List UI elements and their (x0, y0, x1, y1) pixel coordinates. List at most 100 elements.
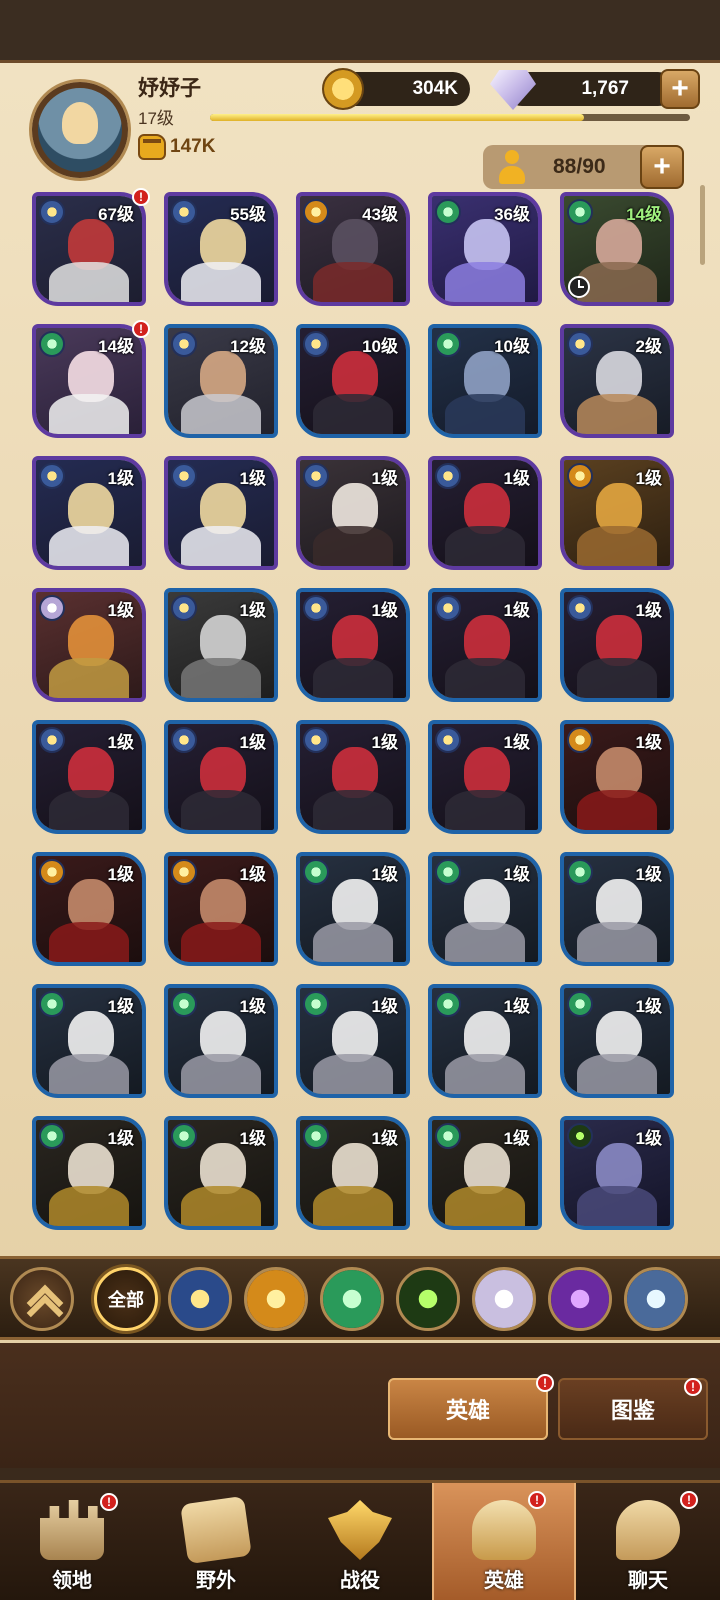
hero-level: 1级 (239, 601, 266, 620)
hero-card[interactable]: 1级 (32, 720, 146, 834)
hero-card[interactable]: 1级 (560, 1116, 674, 1230)
hero-level: 55级 (230, 205, 266, 224)
hero-level: 1级 (239, 865, 266, 884)
xp-bar-fill (210, 114, 585, 121)
hero-card[interactable]: 1级 (428, 720, 542, 834)
nav-campaign[interactable]: 战役 (288, 1483, 432, 1600)
hero-level: 1级 (107, 469, 134, 488)
alert-badge: ! (680, 1491, 698, 1509)
hero-card[interactable]: 1级 (296, 456, 410, 570)
hero-card[interactable]: 1级 (32, 984, 146, 1098)
hero-level: 14级 (98, 337, 134, 356)
hero-card[interactable]: 14级 (32, 324, 146, 438)
hero-card[interactable]: 1级 (428, 1116, 542, 1230)
hero-card[interactable]: 1级 (560, 588, 674, 702)
celestial-faction-icon (303, 727, 329, 753)
wilder-faction-icon (171, 1123, 197, 1149)
hero-card[interactable]: 10级 (296, 324, 410, 438)
power-display: 147K (138, 134, 215, 160)
filter-lightbearer-button[interactable] (244, 1267, 308, 1331)
celestial-faction-icon (567, 331, 593, 357)
hero-card[interactable]: 1级 (32, 1116, 146, 1230)
hero-card[interactable]: 1级 (296, 1116, 410, 1230)
hero-card[interactable]: 1级 (560, 984, 674, 1098)
power-value: 147K (170, 136, 216, 157)
nav-territory[interactable]: 领地 ! (0, 1483, 144, 1600)
filter-hypogean-button[interactable] (472, 1267, 536, 1331)
hero-card[interactable]: 1级 (428, 588, 542, 702)
hero-level: 1级 (371, 1129, 398, 1148)
wilder-faction-icon (171, 991, 197, 1017)
hero-card[interactable]: 43级 (296, 192, 410, 306)
hero-card[interactable]: 1级 (296, 984, 410, 1098)
hero-card[interactable]: 1级 (164, 1116, 278, 1230)
filter-celestial-button[interactable] (168, 1267, 232, 1331)
tab-codex[interactable]: 图鉴 ! (558, 1378, 708, 1440)
nav-wild[interactable]: 野外 (144, 1483, 288, 1600)
hero-card[interactable]: 10级 (428, 324, 542, 438)
lightbearer-faction-icon (303, 199, 329, 225)
collapse-button[interactable] (10, 1267, 74, 1331)
hero-card[interactable]: 2级 (560, 324, 674, 438)
scrollbar[interactable] (700, 185, 705, 265)
hero-card[interactable]: 1级 (296, 588, 410, 702)
hero-card[interactable]: 1级 (164, 984, 278, 1098)
hero-card[interactable]: 1级 (32, 852, 146, 966)
hero-level: 1级 (503, 469, 530, 488)
hero-card[interactable]: 1级 (296, 720, 410, 834)
celestial-faction-icon (171, 199, 197, 225)
hero-card[interactable]: 1级 (560, 456, 674, 570)
wilder-faction-icon (435, 1123, 461, 1149)
nav-label: 聊天 (628, 1570, 668, 1592)
hero-card[interactable]: 1级 (32, 456, 146, 570)
nav-heroes[interactable]: 英雄 ! (432, 1483, 576, 1600)
hero-card[interactable]: 1级 (164, 456, 278, 570)
filter-wilder-button[interactable] (320, 1267, 384, 1331)
nav-label: 英雄 (484, 1570, 524, 1592)
hero-card[interactable]: 1级 (164, 720, 278, 834)
hero-level: 1级 (107, 1129, 134, 1148)
filter-all-button[interactable]: 全部 (94, 1267, 158, 1331)
filter-mauler-button[interactable] (548, 1267, 612, 1331)
hero-card[interactable]: 1级 (32, 588, 146, 702)
player-avatar[interactable] (32, 82, 128, 178)
fist-icon (138, 134, 166, 160)
hero-card[interactable]: 14级 (560, 192, 674, 306)
hero-level: 43级 (362, 205, 398, 224)
hero-card[interactable]: 67级 (32, 192, 146, 306)
filter-graveborn-button[interactable] (396, 1267, 460, 1331)
nav-chat[interactable]: 聊天 ! (576, 1483, 720, 1600)
hero-card[interactable]: 1级 (560, 720, 674, 834)
bottom-nav: 领地 ! 野外 战役 英雄 ! 聊天 ! (0, 1480, 720, 1600)
hero-card[interactable]: 1级 (428, 456, 542, 570)
celestial-faction-icon (171, 463, 197, 489)
hero-level: 1级 (371, 601, 398, 620)
hero-card[interactable]: 1级 (296, 852, 410, 966)
hero-level: 1级 (503, 865, 530, 884)
hero-level: 1级 (635, 601, 662, 620)
clock-icon (568, 276, 590, 298)
celestial-faction-icon (171, 595, 197, 621)
battle-icon (328, 1500, 392, 1560)
hero-level: 10级 (362, 337, 398, 356)
filter-dimensional-button[interactable] (624, 1267, 688, 1331)
hero-card[interactable]: 1级 (428, 984, 542, 1098)
tab-heroes[interactable]: 英雄 ! (388, 1374, 554, 1440)
person-icon (497, 150, 527, 184)
wilder-faction-icon (39, 1123, 65, 1149)
nav-label: 领地 (52, 1570, 92, 1592)
hero-card[interactable]: 1级 (560, 852, 674, 966)
player-level: 17级 (138, 109, 174, 128)
hero-level: 36级 (494, 205, 530, 224)
hero-card[interactable]: 36级 (428, 192, 542, 306)
wilder-faction-icon (435, 199, 461, 225)
alert-badge: ! (684, 1378, 702, 1396)
hero-card[interactable]: 1级 (164, 588, 278, 702)
hero-card[interactable]: 12级 (164, 324, 278, 438)
hero-card[interactable]: 1级 (428, 852, 542, 966)
hero-card[interactable]: 55级 (164, 192, 278, 306)
nav-label: 战役 (340, 1570, 380, 1592)
add-hero-slots-button[interactable]: + (640, 145, 684, 189)
hero-card[interactable]: 1级 (164, 852, 278, 966)
add-diamonds-button[interactable]: + (660, 69, 700, 109)
